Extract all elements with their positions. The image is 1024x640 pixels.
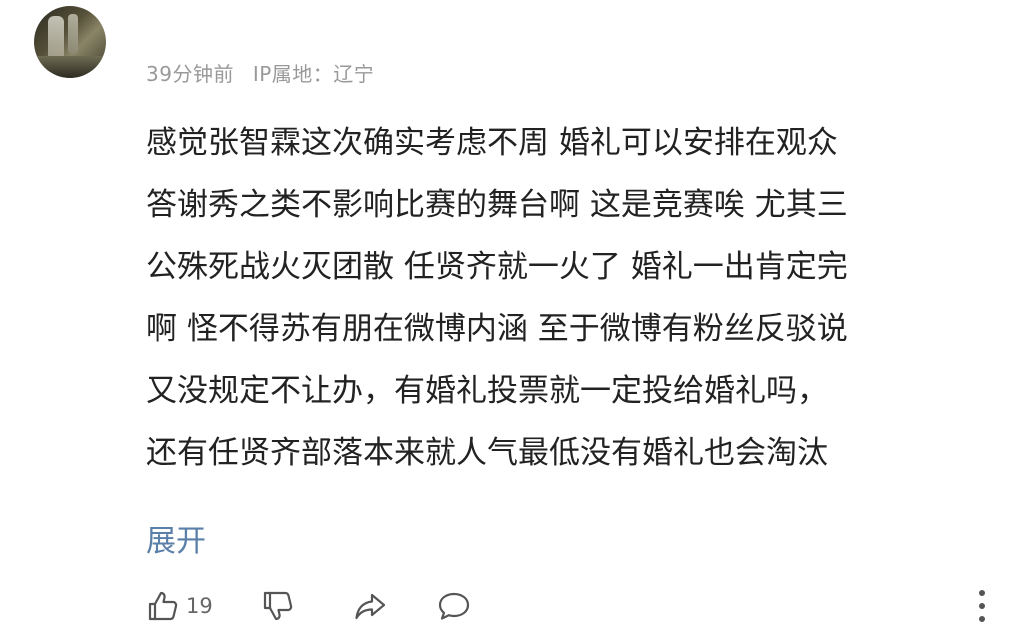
thumbs-up-icon (148, 591, 178, 621)
ip-location: IP属地：辽宁 (252, 62, 375, 86)
comment-line: 又没规定不让办，有婚礼投票就一定投给婚礼吗， (146, 373, 828, 409)
share-button[interactable] (353, 589, 387, 623)
like-count: 19 (186, 594, 213, 618)
more-options-button[interactable] (978, 590, 986, 622)
comment-line: 还有任贤齐部落本来就人气最低没有婚礼也会淘汰 (146, 435, 828, 471)
avatar-figure-2 (68, 14, 78, 54)
like-button[interactable]: 19 (146, 589, 213, 623)
more-vertical-icon (979, 616, 985, 622)
avatar[interactable] (34, 6, 106, 78)
reply-button[interactable] (437, 589, 471, 623)
dislike-button[interactable] (261, 589, 295, 623)
thumbs-down-icon (263, 591, 292, 621)
share-icon (355, 593, 385, 620)
comment-meta: 39分钟前 IP属地：辽宁 (146, 58, 374, 87)
comment-bubble-icon (438, 592, 469, 620)
comment-line: 感觉张智霖这次确实考虑不周 婚礼可以安排在观众 (146, 125, 838, 161)
comment-line: 公殊死战火灭团散 任贤齐就一火了 婚礼一出肯定完 (146, 249, 848, 285)
expand-link[interactable]: 展开 (146, 516, 206, 560)
more-vertical-icon (979, 603, 985, 609)
avatar-figure (48, 16, 64, 60)
comment-actions: 19 (146, 586, 471, 626)
comment-line: 答谢秀之类不影响比赛的舞台啊 这是竞赛唉 尤其三 (146, 187, 848, 223)
more-vertical-icon (979, 590, 985, 596)
comment-text: 感觉张智霖这次确实考虑不周 婚礼可以安排在观众 答谢秀之类不影响比赛的舞台啊 这… (146, 112, 1006, 484)
comment-time: 39分钟前 (146, 62, 234, 86)
comment-line: 啊 怪不得苏有朋在微博内涵 至于微博有粉丝反驳说 (146, 311, 848, 347)
avatar-floor (34, 56, 106, 78)
